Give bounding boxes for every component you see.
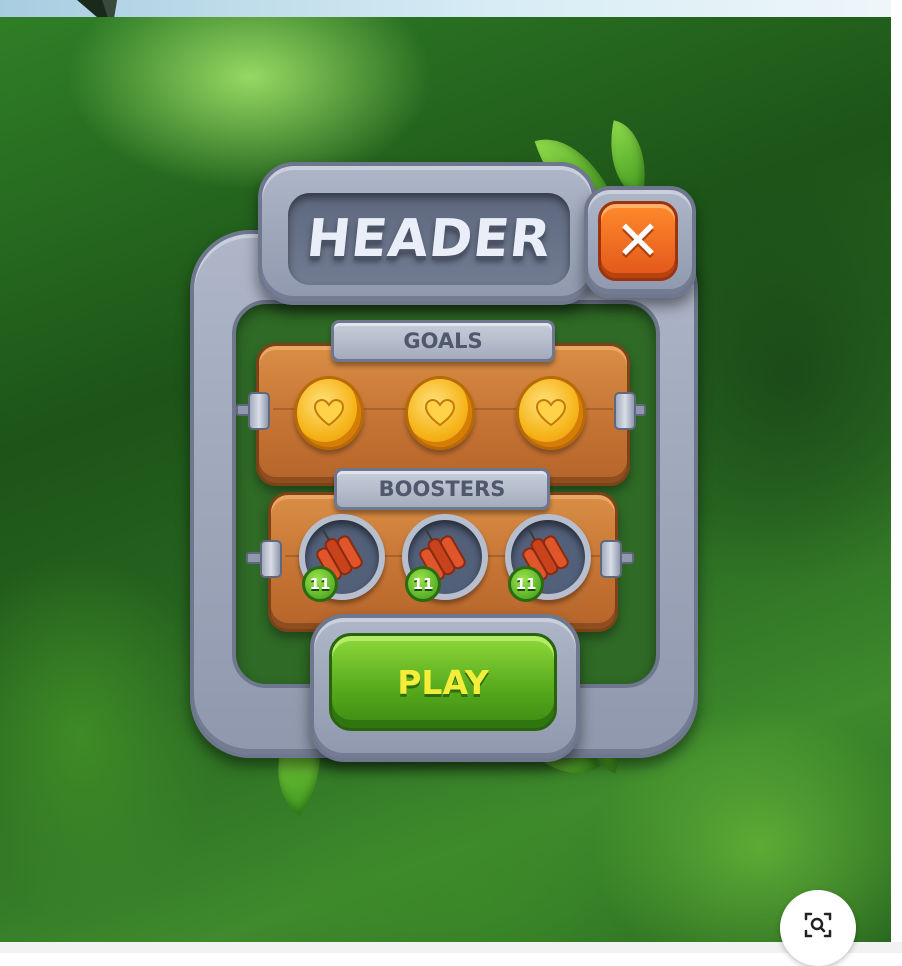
heart-coin-icon — [536, 399, 566, 427]
boosters-bolt-right — [600, 540, 622, 578]
heart-coin-icon — [314, 399, 344, 427]
level-dialog: HEADER ✕ GOALS BOOSTERS 11 11 11 PLAY — [0, 0, 902, 953]
goals-bolt-left — [248, 392, 270, 430]
heart-coin-icon — [425, 399, 455, 427]
booster-count-badge: 11 — [405, 566, 441, 602]
lens-search-icon — [804, 912, 832, 938]
dialog-title: HEADER — [303, 209, 555, 269]
goal-coin — [294, 376, 364, 450]
boosters-label: BOOSTERS — [334, 468, 550, 510]
goal-coin — [405, 376, 475, 450]
boosters-bolt-left — [260, 540, 282, 578]
play-button[interactable]: PLAY — [329, 633, 557, 731]
booster-count-badge: 11 — [508, 566, 544, 602]
goal-coin — [516, 376, 586, 450]
close-icon: ✕ — [615, 209, 661, 272]
visual-search-button[interactable] — [780, 890, 856, 966]
goals-bolt-right — [614, 392, 636, 430]
booster-count-badge: 11 — [302, 566, 338, 602]
close-button[interactable]: ✕ — [598, 201, 678, 281]
goals-label: GOALS — [331, 320, 555, 362]
